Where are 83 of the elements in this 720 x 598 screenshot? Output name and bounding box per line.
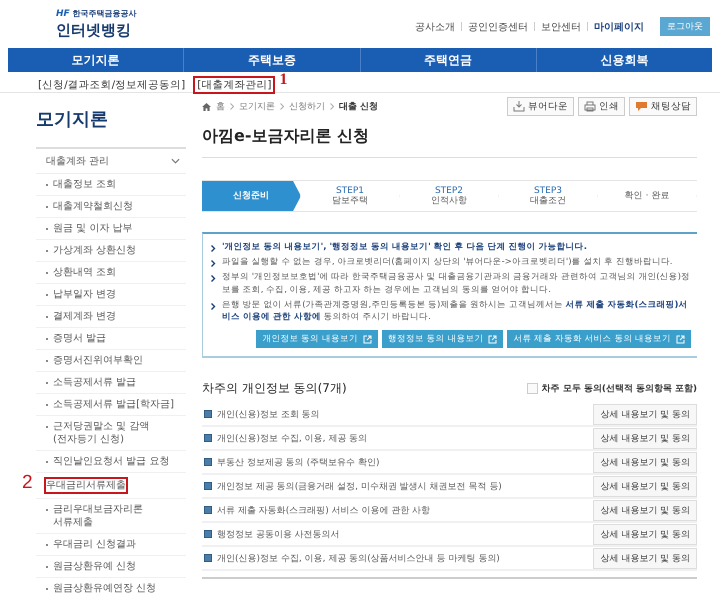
consent-item: 개인(신용)정보 수집, 이용, 제공 동의(상품서비스안내 등 마케팅 동의) [217, 552, 501, 565]
chevron-right-icon [230, 103, 234, 110]
annotation-number: 2 [22, 472, 33, 494]
top-link[interactable]: 공사소개 [415, 20, 455, 34]
sub-menu-link[interactable]: [신청/결과조회/정보제공동의] [36, 78, 188, 92]
sidebar-item[interactable]: 가상계좌 상환신청 [53, 244, 136, 257]
sidebar-item[interactable]: 소득공제서류 발급[학자금] [53, 398, 174, 411]
download-icon [513, 101, 525, 112]
nav-tab[interactable]: 모기지론 [8, 48, 184, 72]
sidebar-item[interactable]: 근저당권말소 및 감액 (전자등기 신청) [53, 420, 150, 446]
logo-org-name: 한국주택금융공사 [72, 8, 137, 19]
top-link[interactable]: 보안센터 [541, 20, 581, 34]
breadcrumb-link[interactable]: 모기지론 [239, 100, 275, 113]
sidebar-item[interactable]: 대출계약철회신청 [53, 200, 133, 213]
sidebar-item[interactable]: 소득공제서류 발급 [53, 376, 136, 389]
external-link-icon [488, 334, 498, 344]
consent-item: 부동산 정보제공 동의 (주택보유수 확인) [217, 456, 380, 469]
toolbar-button[interactable]: 인쇄 [578, 97, 625, 116]
detail-consent-button[interactable]: 상세 내용보기 및 동의 [593, 476, 697, 497]
nav-tab[interactable]: 주택보증 [183, 48, 360, 72]
notice-text: 정부의 '개인정보보호법'에 따라 한국주택금융공사 및 대출금융기관과의 금융거래와 관련하여 고객님의 개인(신용)정보를 조회, 수집, 이용, 제공 하고자 하는 경우에는 고객님의 동의를 얻어야 합니다. [222, 270, 691, 297]
external-link-icon [362, 334, 372, 344]
bullet-icon [204, 434, 212, 442]
bullet-icon [204, 482, 212, 490]
toolbar-button[interactable]: 뷰어다운 [507, 97, 574, 116]
sidebar-group-header[interactable]: 대출계좌 관리 [36, 147, 186, 174]
consent-item: 개인정보 제공 동의(금융거래 설정, 미수채권 발생시 채권보전 목적 등) [217, 480, 503, 493]
home-icon [202, 102, 211, 110]
sidebar-item[interactable]: 원금 및 이자 납부 [53, 222, 133, 235]
sidebar-item[interactable]: 금리우대보금자리론 서류제출 [53, 503, 143, 529]
bullet-icon [204, 506, 212, 514]
consent-item: 행정정보 공동이용 사전동의서 [217, 528, 341, 541]
chevron-right-icon [330, 103, 334, 110]
top-link[interactable]: 공인인증센터 [468, 20, 528, 34]
bullet-icon [204, 410, 212, 418]
detail-consent-button[interactable]: 상세 내용보기 및 동의 [593, 548, 697, 569]
notice-text: 은행 방문 없이 서류(가족관계증명원,주민등록등본 등)제출을 원하시는 고객님께서는 서류 제출 자동화(스크래핑)서비스 이용에 관한 사항에 동의하여 주시기 바랍니다. [222, 298, 688, 324]
notice-text: 파일을 실행할 수 없는 경우, 아크로벳리더(홈페이지 상단의 '뷰어다운->아크로벳리더')를 설치 후 진행바랍니다. [222, 256, 673, 269]
speech-bubble-icon [635, 101, 648, 112]
consent-item: 개인(신용)정보 조회 동의 [217, 408, 321, 421]
sidebar-item[interactable]: 증명서진위여부확인 [53, 354, 143, 367]
page-title: 아낌e-보금자리론 신청 [202, 126, 697, 158]
logo-title[interactable]: 인터넷뱅킹 [56, 21, 137, 40]
checkbox[interactable] [526, 383, 538, 394]
chevron-right-icon [211, 302, 216, 310]
bullet-icon [204, 554, 212, 562]
section-title: 차주의 개인정보 동의(7개) [202, 380, 347, 398]
breadcrumb-link[interactable]: 대출 신청 [339, 100, 378, 113]
logo-mark: HF [56, 8, 70, 18]
top-link[interactable]: 마이페이지 [594, 20, 644, 34]
toolbar-button[interactable]: 채팅상담 [629, 97, 697, 116]
sidebar-item[interactable]: 대출정보 조회 [53, 178, 116, 191]
bullet-icon [204, 458, 212, 466]
printer-icon [584, 101, 596, 112]
sidebar-item[interactable]: 상환내역 조회 [53, 266, 116, 279]
chevron-right-icon [280, 103, 284, 110]
checkbox-label: 차주 모두 동의(선택적 동의항목 포함) [542, 382, 697, 395]
notice-text: '개인정보 동의 내용보기', '행정정보 동의 내용보기' 확인 후 다음 단계 진행이 가능합니다. [222, 241, 587, 254]
chevron-right-icon [211, 245, 216, 252]
bullet-icon [204, 530, 212, 538]
sub-menu-link[interactable]: [대출계좌관리] [193, 76, 276, 94]
nav-tab[interactable]: 주택연금 [360, 48, 536, 72]
sidebar-item[interactable]: 납부일자 변경 [53, 288, 116, 301]
annotation-number: 1 [279, 70, 288, 90]
consent-item: 서류 제출 자동화(스크래핑) 서비스 이용에 관한 사항 [217, 504, 432, 517]
sidebar-item[interactable]: 우대금리 신청결과 [53, 538, 136, 551]
sidebar-item[interactable]: 증명서 발급 [53, 332, 106, 345]
consent-item: 개인(신용)정보 수집, 이용, 제공 동의 [217, 432, 368, 445]
sidebar-title: 모기지론 [36, 108, 109, 132]
sidebar-item[interactable]: 직인날인요청서 발급 요청 [53, 455, 170, 468]
sidebar-item[interactable]: 우대금리서류제출 [44, 477, 128, 494]
sidebar-item[interactable]: 결제계좌 변경 [53, 310, 116, 323]
external-link-icon [676, 334, 685, 344]
nav-tab[interactable]: 신용회복 [536, 48, 712, 72]
detail-consent-button[interactable]: 상세 내용보기 및 동의 [593, 452, 697, 473]
sidebar-item[interactable]: 원금상환유예 신청 [53, 560, 136, 573]
detail-consent-button[interactable]: 상세 내용보기 및 동의 [593, 524, 697, 545]
detail-consent-button[interactable]: 상세 내용보기 및 동의 [593, 428, 697, 449]
detail-consent-button[interactable]: 상세 내용보기 및 동의 [593, 404, 697, 425]
breadcrumb-link[interactable]: 홈 [216, 100, 225, 113]
sidebar-item[interactable]: 원금상환유예연장 신청 [53, 582, 156, 595]
breadcrumb-link[interactable]: 신청하기 [289, 100, 325, 113]
detail-consent-button[interactable]: 상세 내용보기 및 동의 [593, 500, 697, 521]
